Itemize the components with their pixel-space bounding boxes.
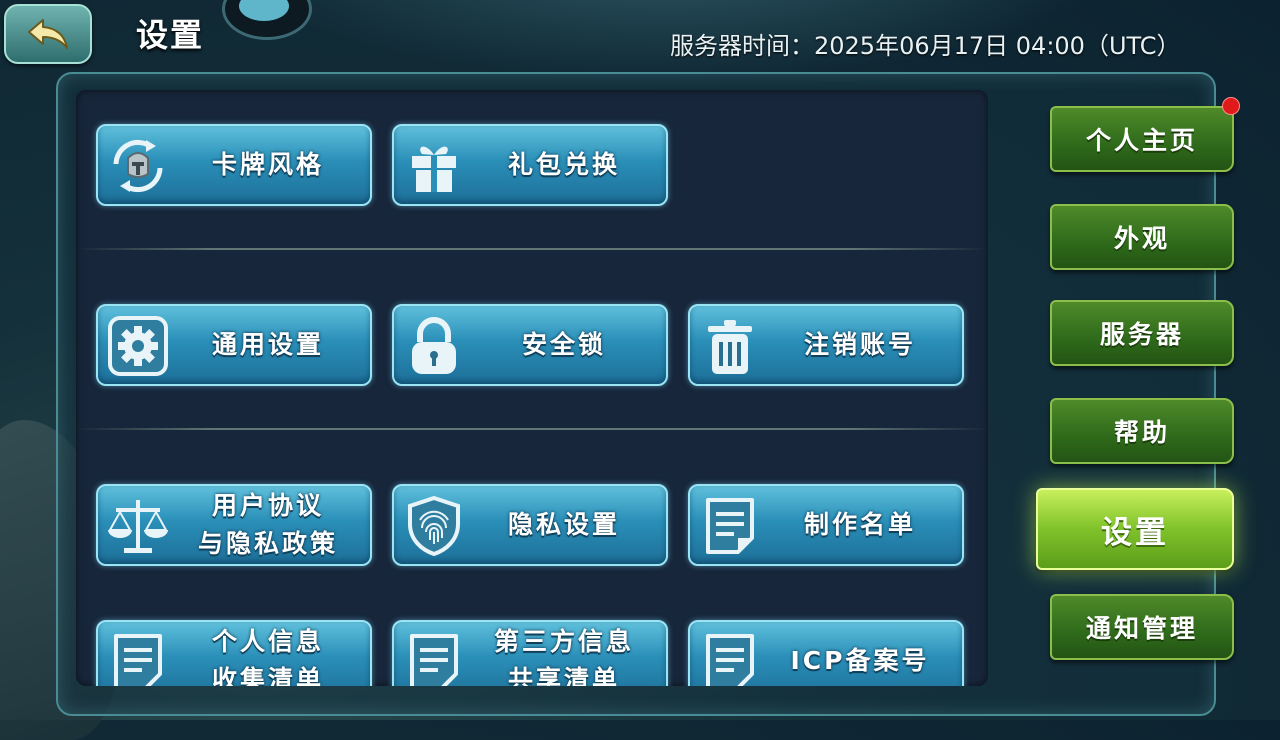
user-agreement-button[interactable]: 用户协议 与隐私政策 [96,484,372,566]
fingerprint-shield-icon [402,494,466,558]
privacy-settings-button[interactable]: 隐私设置 [392,484,668,566]
knight-helmet-rotate-icon [106,134,170,198]
icp-record-button[interactable]: ICP备案号 [688,620,964,686]
back-arrow-icon [28,19,68,49]
tab-label: 外观 [1113,224,1170,253]
server-time: 服务器时间：2025年06月17日 04:00（UTC） [670,32,1181,60]
tile-label: 通用设置 [211,330,324,359]
row-divider [76,428,988,430]
gift-icon [402,134,466,198]
gift-redeem-button[interactable]: 礼包兑换 [392,124,668,206]
tile-label: 安全锁 [521,330,606,359]
third-party-info-list-button[interactable]: 第三方信息 共享清单 [392,620,668,686]
gear-icon [106,314,170,378]
back-button[interactable] [4,4,92,64]
document-icon [402,630,466,686]
tile-label: 卡牌风格 [211,150,324,179]
tile-label: 隐私设置 [507,510,620,539]
tab-label: 个人主页 [1085,126,1198,155]
notification-dot [1222,97,1240,115]
settings-panel[interactable]: 卡牌风格 礼包兑换 通用设置 安全锁 注销账号 用户协议 与隐私政策 隐私设置 … [76,90,988,686]
trash-can-icon [698,314,762,378]
general-settings-button[interactable]: 通用设置 [96,304,372,386]
tab-server[interactable]: 服务器 [1050,300,1234,366]
delete-account-button[interactable]: 注销账号 [688,304,964,386]
tab-appearance[interactable]: 外观 [1050,204,1234,270]
tile-label: 用户协议 与隐私政策 [197,491,338,558]
row-divider [76,248,988,250]
tile-label: ICP备案号 [790,646,930,675]
tab-label: 帮助 [1113,418,1170,447]
tile-label: 第三方信息 共享清单 [493,627,634,686]
tab-label: 通知管理 [1085,614,1198,643]
tab-help[interactable]: 帮助 [1050,398,1234,464]
tile-label: 注销账号 [803,330,916,359]
tab-profile[interactable]: 个人主页 [1050,106,1234,172]
padlock-icon [402,314,466,378]
tab-label: 设置 [1101,514,1169,551]
document-icon [698,494,762,558]
tab-notification-management[interactable]: 通知管理 [1050,594,1234,660]
tab-label: 服务器 [1099,320,1184,349]
card-style-button[interactable]: 卡牌风格 [96,124,372,206]
document-icon [698,630,762,686]
tile-label: 制作名单 [803,510,916,539]
scales-icon [106,494,170,558]
tab-settings[interactable]: 设置 [1036,488,1234,570]
tile-label: 礼包兑换 [507,150,620,179]
security-lock-button[interactable]: 安全锁 [392,304,668,386]
tile-label: 个人信息 收集清单 [211,627,324,686]
page-title: 设置 [136,16,205,54]
personal-info-list-button[interactable]: 个人信息 收集清单 [96,620,372,686]
document-icon [106,630,170,686]
credits-button[interactable]: 制作名单 [688,484,964,566]
